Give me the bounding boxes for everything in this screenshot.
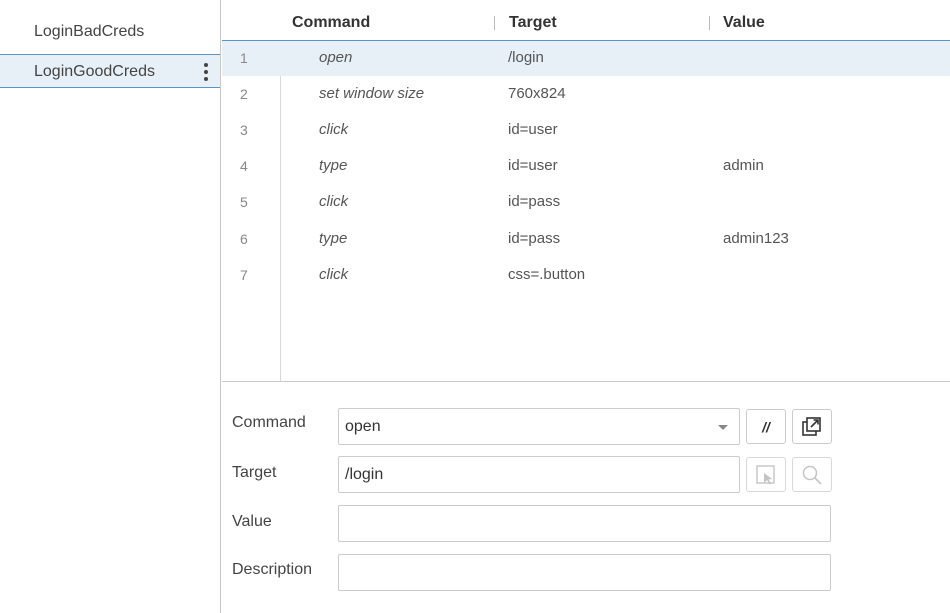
column-header-command: Command: [292, 14, 371, 31]
row-target: 760x824: [508, 85, 566, 102]
command-row[interactable]: 7 click css=.button: [222, 258, 950, 293]
column-header-value: Value: [723, 14, 765, 31]
command-label: Command: [232, 414, 306, 431]
open-external-icon: [802, 416, 821, 436]
row-command: open: [319, 49, 353, 66]
command-grid-header: Command Target Value: [222, 0, 950, 41]
row-target: /login: [508, 49, 544, 66]
column-header-target: Target: [509, 14, 557, 31]
test-editor-panel: Command Target Value 1 open /login 2 set…: [222, 0, 950, 613]
description-label: Description: [232, 561, 313, 578]
column-separator[interactable]: [494, 16, 495, 30]
row-number: 5: [240, 194, 248, 210]
command-select[interactable]: open: [338, 408, 740, 445]
row-number: 3: [240, 122, 248, 138]
comment-label: //: [762, 418, 770, 435]
row-target: id=user: [508, 157, 558, 174]
comment-toggle-button[interactable]: //: [746, 409, 786, 444]
target-label: Target: [232, 464, 277, 481]
row-command: click: [319, 193, 349, 210]
test-item-loginbadcreds[interactable]: LoginBadCreds: [0, 14, 220, 50]
more-options-icon[interactable]: [202, 63, 210, 81]
open-reference-button[interactable]: [792, 409, 832, 444]
row-target: id=user: [508, 121, 558, 138]
test-item-label: LoginBadCreds: [34, 23, 145, 40]
column-separator[interactable]: [709, 16, 710, 30]
command-row[interactable]: 2 set window size 760x824: [222, 77, 950, 112]
row-number: 1: [240, 50, 248, 66]
row-command: click: [319, 121, 349, 138]
value-input[interactable]: [338, 505, 831, 542]
value-label: Value: [232, 513, 272, 530]
description-input[interactable]: [338, 554, 831, 591]
row-command: type: [319, 230, 348, 247]
row-value: admin123: [723, 230, 789, 247]
command-grid: 1 open /login 2 set window size 760x824 …: [222, 41, 950, 381]
find-target-button[interactable]: [792, 457, 832, 492]
row-target: id=pass: [508, 193, 561, 210]
target-input-value: /login: [345, 466, 384, 483]
command-editor-form: Command open // Target /login Value Desc…: [222, 382, 950, 613]
test-item-label: LoginGoodCreds: [34, 63, 155, 80]
command-row[interactable]: 1 open /login: [222, 41, 950, 76]
test-item-logingoodcreds[interactable]: LoginGoodCreds: [0, 54, 220, 88]
command-select-value: open: [345, 418, 381, 435]
target-input[interactable]: /login: [338, 456, 740, 493]
row-number: 7: [240, 267, 248, 283]
select-target-button[interactable]: [746, 457, 786, 492]
row-command: type: [319, 157, 348, 174]
command-row[interactable]: 6 type id=pass admin123: [222, 222, 950, 257]
chevron-down-icon[interactable]: [718, 425, 728, 430]
search-icon: [802, 465, 822, 485]
row-number: 4: [240, 158, 248, 174]
test-list-sidebar: LoginBadCreds LoginGoodCreds: [0, 0, 221, 613]
select-element-icon: [756, 464, 775, 484]
row-command: set window size: [319, 85, 425, 102]
row-target: css=.button: [508, 266, 586, 283]
row-value: admin: [723, 157, 764, 174]
row-number: 2: [240, 86, 248, 102]
row-target: id=pass: [508, 230, 561, 247]
row-command: click: [319, 266, 349, 283]
command-row[interactable]: 3 click id=user: [222, 113, 950, 148]
row-number: 6: [240, 231, 248, 247]
command-row[interactable]: 5 click id=pass: [222, 185, 950, 220]
command-row[interactable]: 4 type id=user admin: [222, 149, 950, 184]
